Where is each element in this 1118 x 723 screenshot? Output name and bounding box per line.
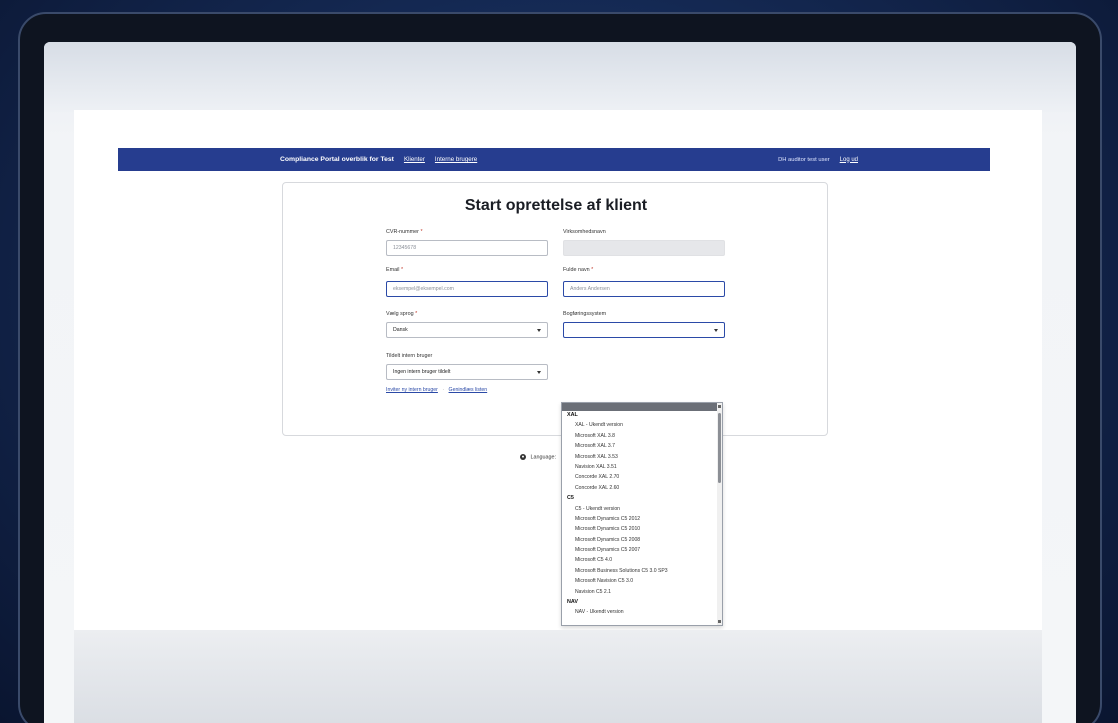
dropdown-option[interactable]: Navision XAL 3.51 xyxy=(562,463,718,473)
email-input[interactable]: eksempel@eksempel.com xyxy=(386,281,548,297)
top-navbar: Compliance Portal overblik for Test Klie… xyxy=(118,148,990,171)
dropdown-option[interactable]: XAL - Ukendt version xyxy=(562,421,718,431)
required-mark: * xyxy=(420,229,423,235)
dropdown-selected-empty-option[interactable] xyxy=(562,403,722,411)
scroll-up-icon[interactable] xyxy=(718,405,721,408)
logout-link[interactable]: Log ud xyxy=(840,157,858,163)
name-label-text: Fulde navn xyxy=(563,267,590,273)
dropdown-option[interactable]: Concorde XAL 2.70 xyxy=(562,473,718,483)
cvr-label-text: CVR-nummer xyxy=(386,229,419,235)
dropdown-option[interactable]: Microsoft Navision C5 3.0 xyxy=(562,577,718,587)
screen: Compliance Portal overblik for Test Klie… xyxy=(44,42,1076,723)
required-mark: * xyxy=(400,267,404,273)
chevron-down-icon xyxy=(537,329,541,332)
dropdown-option[interactable]: Microsoft C5 4.0 xyxy=(562,556,718,566)
page-bottom-area xyxy=(74,630,1042,723)
screen-glare xyxy=(44,42,1076,112)
dropdown-option[interactable]: Navision C5 2.1 xyxy=(562,588,718,598)
scrollbar-thumb[interactable] xyxy=(718,413,721,483)
email-label: Email * xyxy=(386,267,403,273)
dropdown-scrollbar[interactable] xyxy=(717,403,722,625)
fullname-input[interactable]: Anders Andersen xyxy=(563,281,725,297)
dropdown-option[interactable]: Concorde XAL 2.60 xyxy=(562,484,718,494)
dropdown-option[interactable]: Microsoft Dynamics C5 2008 xyxy=(562,536,718,546)
scroll-down-icon[interactable] xyxy=(718,620,721,623)
dropdown-option[interactable]: Microsoft Dynamics C5 2007 xyxy=(562,546,718,556)
dropdown-option[interactable]: NAV - Ukendt version xyxy=(562,608,718,618)
web-page: Compliance Portal overblik for Test Klie… xyxy=(74,110,1042,630)
assign-user-value: Ingen intern bruger tildelt xyxy=(393,369,451,375)
language-switcher-label: Language: xyxy=(530,454,556,461)
assign-user-label: Tildelt intern bruger xyxy=(386,353,433,359)
dropdown-option[interactable]: Microsoft Dynamics C5 2012 xyxy=(562,515,718,525)
brand-title[interactable]: Compliance Portal overblik for Test xyxy=(280,156,394,163)
dropdown-option[interactable]: C5 - Ukendt version xyxy=(562,505,718,515)
dropdown-options: XAL XAL - Ukendt version Microsoft XAL 3.8… xyxy=(562,411,718,619)
dropdown-option[interactable]: Microsoft XAL 3.8 xyxy=(562,432,718,442)
page-title: Start oprettelse af klient xyxy=(464,197,648,214)
cvr-label: CVR-nummer * xyxy=(386,229,423,235)
nav-link-internal-users[interactable]: Interne brugere xyxy=(435,156,477,163)
accounting-system-dropdown[interactable]: XAL XAL - Ukendt version Microsoft XAL 3.8… xyxy=(561,402,723,626)
language-select-value: Dansk xyxy=(393,327,408,333)
name-label: Fulde navn * xyxy=(563,267,593,273)
accounting-system-select[interactable] xyxy=(563,322,725,338)
refresh-list-link[interactable]: Genindlæs listen xyxy=(449,387,488,393)
required-mark: * xyxy=(591,267,594,273)
accounting-label: Bogføringssystem xyxy=(563,311,607,317)
dropdown-option[interactable]: Microsoft Dynamics C5 2010 xyxy=(562,525,718,535)
link-separator: · xyxy=(442,387,445,393)
create-client-card: Start oprettelse af klient CVR-nummer * … xyxy=(282,182,828,436)
dropdown-group-header: XAL xyxy=(567,412,578,418)
chevron-down-icon xyxy=(537,371,541,374)
email-label-text: Email xyxy=(386,267,400,273)
language-label: Vælg sprog * xyxy=(386,311,417,317)
nav-link-clients[interactable]: Klienter xyxy=(404,156,425,163)
chevron-down-icon xyxy=(714,329,718,332)
language-switcher[interactable]: ● Language: xyxy=(520,454,556,460)
required-mark: * xyxy=(415,311,418,317)
dropdown-option[interactable]: Microsoft XAL 3.7 xyxy=(562,442,718,452)
company-input xyxy=(563,240,725,256)
invite-user-link[interactable]: Inviter ny intern bruger xyxy=(386,387,438,393)
assign-user-select[interactable]: Ingen intern bruger tildelt xyxy=(386,364,548,380)
dropdown-option[interactable]: Microsoft XAL 3.53 xyxy=(562,453,718,463)
globe-icon: ● xyxy=(520,454,526,460)
company-label: Virksomhedsnavn xyxy=(563,229,606,235)
language-select[interactable]: Dansk xyxy=(386,322,548,338)
language-label-text: Vælg sprog xyxy=(386,311,414,317)
dropdown-group-header: C5 xyxy=(567,495,574,502)
cvr-input[interactable]: 12345678 xyxy=(386,240,548,256)
dropdown-option[interactable]: Microsoft Business Solutions C5 3.0 SP3 xyxy=(562,567,718,577)
current-user: DH auditor test user xyxy=(778,156,830,163)
user-links: Inviter ny intern bruger · Genindlæs lis… xyxy=(386,387,487,393)
dropdown-group-header: NAV xyxy=(567,599,578,606)
